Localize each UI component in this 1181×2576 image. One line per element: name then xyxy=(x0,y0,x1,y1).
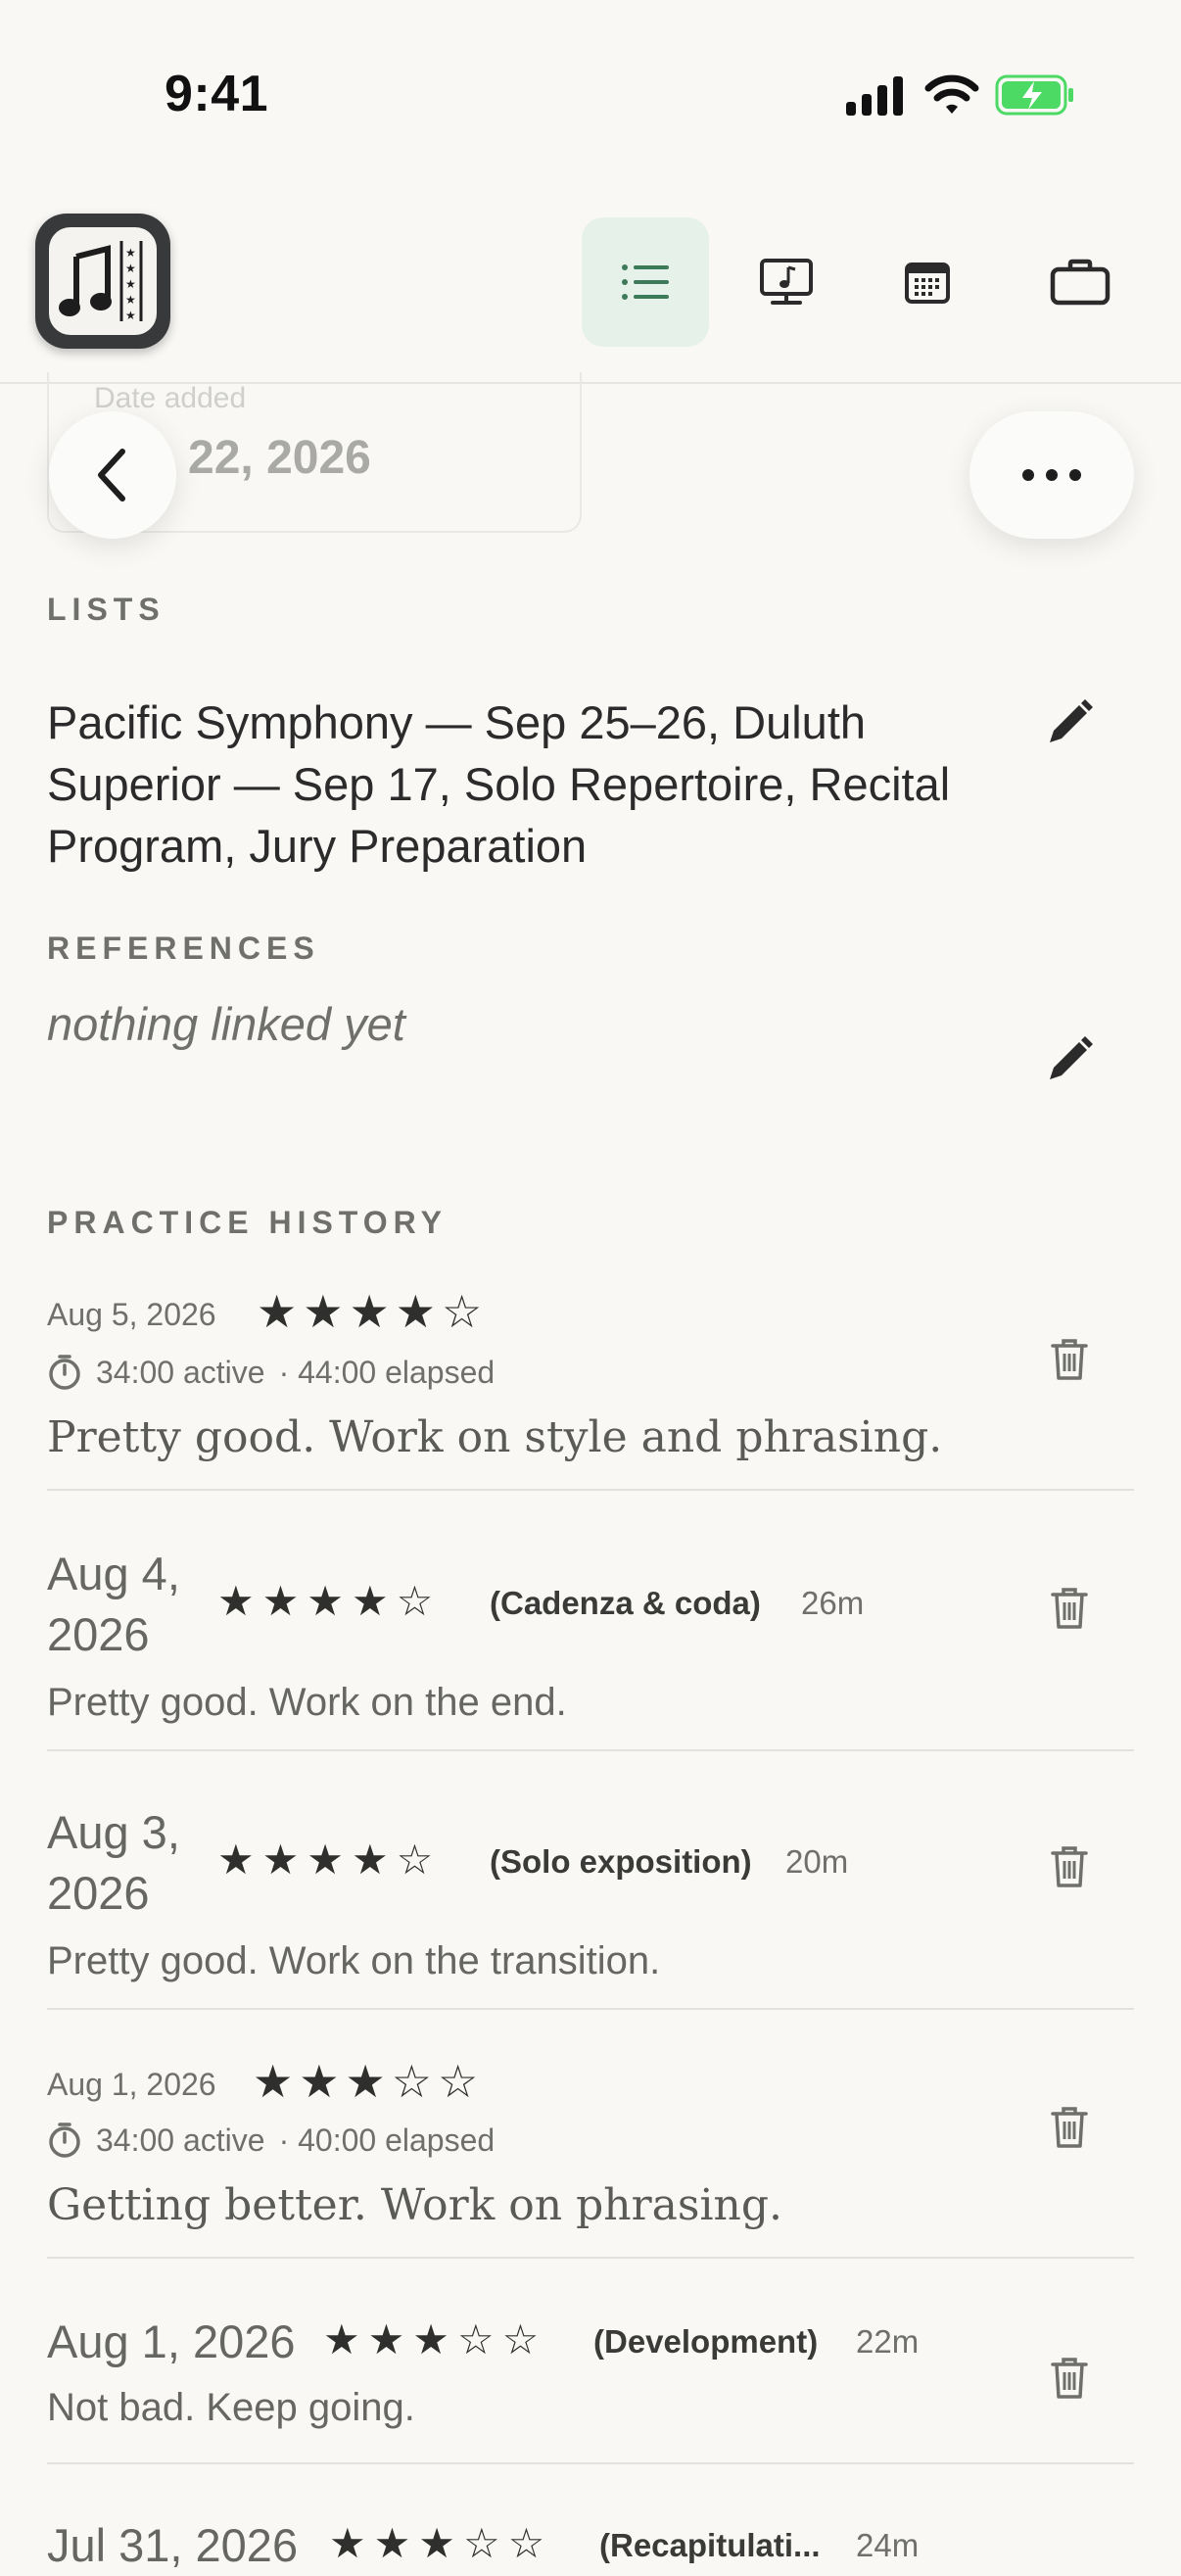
briefcase-icon xyxy=(1050,259,1110,306)
date-added-label: Date added xyxy=(94,382,247,414)
star-rating: ★★★☆☆ xyxy=(253,2056,485,2107)
entry-section: (Recapitulati... xyxy=(599,2527,821,2563)
edit-lists-pencil-icon[interactable] xyxy=(1042,695,1097,750)
entry-section: (Solo exposition) xyxy=(490,1843,752,1880)
cellular-signal-icon xyxy=(846,76,903,116)
entry-date: Jul 31, 2026 xyxy=(47,2519,299,2571)
edit-references-pencil-icon[interactable] xyxy=(1042,1032,1097,1087)
entry-duration: 22m xyxy=(856,2323,920,2360)
ellipsis-icon xyxy=(1022,469,1081,481)
more-options-button[interactable] xyxy=(969,411,1134,539)
tab-briefcase-view[interactable] xyxy=(1016,217,1144,347)
divider xyxy=(47,2008,1134,2010)
delete-entry-trash-icon[interactable] xyxy=(1050,1338,1089,1381)
delete-entry-trash-icon[interactable] xyxy=(1050,1587,1089,1630)
stopwatch-icon xyxy=(49,2123,80,2158)
delete-entry-trash-icon[interactable] xyxy=(1050,1845,1089,1888)
date-added-value: 22, 2026 xyxy=(188,432,371,484)
entry-note: Pretty good. Work on the transition. xyxy=(47,1939,661,1982)
entry-date: Aug 3, 2026 xyxy=(47,1806,180,1919)
lists-heading: LISTS xyxy=(47,592,165,627)
entry-date: Aug 1, 2026 xyxy=(47,2315,296,2367)
list-icon xyxy=(622,264,669,300)
delete-entry-trash-icon[interactable] xyxy=(1050,2357,1089,2400)
entry-date: Aug 4, 2026 xyxy=(47,1548,180,1660)
monitor-music-icon xyxy=(760,259,813,305)
entry-date: Aug 1, 2026 xyxy=(47,2067,216,2102)
divider xyxy=(47,2462,1134,2464)
references-heading: REFERENCES xyxy=(47,930,320,966)
app-logo[interactable]: ★ ★ ★ ★ ★ xyxy=(35,214,170,349)
entry-note: Getting better. Work on phrasing. xyxy=(47,2180,783,2230)
entry-section: (Cadenza & coda) xyxy=(490,1585,761,1621)
entry-timer: 34:00 active · 44:00 elapsed xyxy=(47,1354,495,1391)
lists-value: Pacific Symphony — Sep 25–26, Duluth Sup… xyxy=(47,696,951,872)
divider xyxy=(47,1489,1134,1491)
svg-text:★: ★ xyxy=(125,277,136,291)
tab-list-view[interactable] xyxy=(582,217,709,347)
wifi-icon xyxy=(924,74,979,114)
tab-calendar-view[interactable] xyxy=(864,217,991,347)
calendar-icon xyxy=(905,262,950,304)
svg-text:★: ★ xyxy=(125,262,136,275)
practice-history-heading: PRACTICE HISTORY xyxy=(47,1205,448,1240)
star-rating: ★★★★☆ xyxy=(257,1286,489,1337)
entry-note: Pretty good. Work on style and phrasing. xyxy=(47,1412,943,1462)
star-rating: ★★★☆☆ xyxy=(323,2316,547,2362)
entry-duration: 20m xyxy=(785,1843,849,1880)
delete-entry-trash-icon[interactable] xyxy=(1050,2106,1089,2149)
back-button[interactable] xyxy=(49,411,176,539)
star-rating: ★★★★☆ xyxy=(217,1578,442,1624)
references-value: nothing linked yet xyxy=(47,998,405,1050)
entry-elapsed-time: · 40:00 elapsed xyxy=(278,2122,496,2158)
entry-note: Not bad. Keep going. xyxy=(47,2386,415,2429)
entry-note: Pretty good. Work on the end. xyxy=(47,1681,567,1724)
entry-duration: 24m xyxy=(856,2527,920,2563)
entry-active-time: 34:00 active xyxy=(96,2122,265,2158)
stopwatch-icon xyxy=(49,1355,80,1390)
star-rating: ★★★★☆ xyxy=(217,1837,442,1883)
music-note-icon: ★ ★ ★ ★ ★ xyxy=(59,241,143,322)
battery-charging-icon xyxy=(995,74,1073,116)
entry-duration: 26m xyxy=(801,1585,865,1621)
star-rating: ★★★☆☆ xyxy=(329,2520,553,2566)
status-time: 9:41 xyxy=(165,66,269,122)
tab-practice-view[interactable] xyxy=(723,217,850,347)
entry-date: Aug 5, 2026 xyxy=(47,1297,216,1332)
chevron-left-icon xyxy=(98,449,125,501)
svg-text:★: ★ xyxy=(125,246,136,260)
entry-timer: 34:00 active · 40:00 elapsed xyxy=(47,2122,495,2159)
entry-section: (Development) xyxy=(593,2323,819,2360)
divider xyxy=(47,1749,1134,1751)
svg-text:★: ★ xyxy=(125,293,136,307)
entry-elapsed-time: · 44:00 elapsed xyxy=(278,1354,496,1390)
svg-text:★: ★ xyxy=(125,309,136,322)
entry-active-time: 34:00 active xyxy=(96,1354,265,1390)
divider xyxy=(47,2257,1134,2259)
